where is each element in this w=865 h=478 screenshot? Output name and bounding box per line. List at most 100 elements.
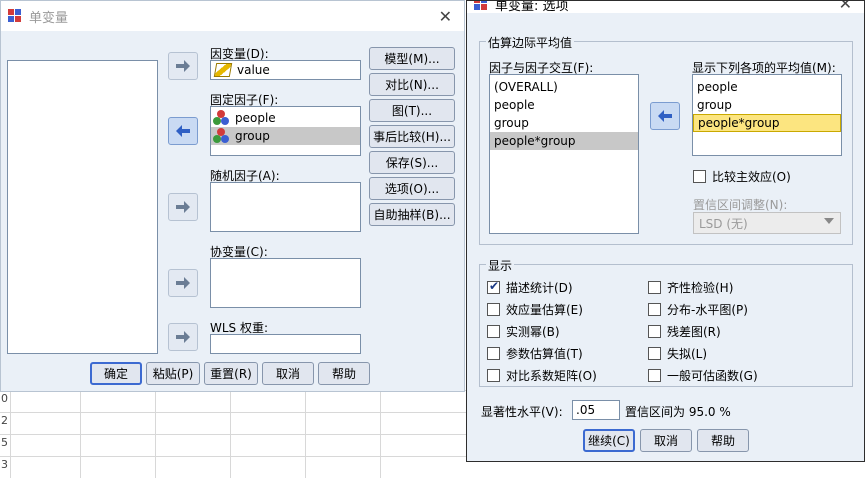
contrast-matrix-checkbox[interactable]: 对比系数矩阵(O) [487,367,597,384]
cancel-button[interactable]: 取消 [640,429,692,452]
grid-line [380,390,381,478]
checkbox-box[interactable] [487,347,500,360]
spss-app-icon [7,8,23,24]
checkbox-label: 效应量估算(E) [506,303,583,317]
paste-button[interactable]: 粘贴(P) [146,362,200,385]
grid-line [230,390,231,478]
dependent-value: value [237,63,270,77]
fixed-factor-list[interactable]: people group [210,106,361,156]
effect-size-checkbox[interactable]: 效应量估算(E) [487,301,583,318]
dependent-field[interactable]: value [210,60,361,80]
model-button[interactable]: 模型(M)... [369,47,455,70]
move-to-dependent-button[interactable] [168,52,198,80]
univariate-dialog: 单变量 ✕ 因变量(D): value 固定因子(F): people grou… [0,0,465,392]
move-to-covariate-button[interactable] [168,269,198,297]
row-number: 5 [1,436,8,449]
move-to-wls-button[interactable] [168,323,198,351]
parameter-estimates-checkbox[interactable]: 参数估算值(T) [487,345,583,362]
list-item-label: people [235,111,276,125]
wls-field[interactable] [210,334,361,354]
checkbox-label: 对比系数矩阵(O) [506,369,597,383]
significance-input[interactable]: .05 [572,400,620,420]
left-titlebar: 单变量 ✕ [1,1,464,31]
chevron-down-icon [824,218,834,224]
continue-button[interactable]: 继续(C) [583,429,635,452]
spread-level-checkbox[interactable]: 分布-水平图(P) [648,301,748,318]
checkbox-box[interactable] [487,279,500,294]
checkbox-label: 分布-水平图(P) [667,303,748,317]
list-item[interactable]: people [490,96,638,114]
reset-button[interactable]: 重置(R) [204,362,258,385]
display-means-list[interactable]: people group people*group [692,74,842,156]
checkbox-label: 比较主效应(O) [712,170,791,184]
scale-ruler-icon [213,63,233,77]
random-factor-list[interactable] [210,182,361,232]
homogeneity-checkbox[interactable]: 齐性检验(H) [648,279,733,296]
checkbox-box[interactable] [648,347,661,360]
compare-main-effects-checkbox[interactable]: 比较主效应(O) [693,168,791,185]
checkbox-label: 齐性检验(H) [667,281,734,295]
lack-of-fit-checkbox[interactable]: 失拟(L) [648,345,707,362]
list-item[interactable]: people [693,78,841,96]
checkbox-label: 残差图(R) [667,325,721,339]
move-to-display-means-button[interactable] [650,102,680,130]
list-item[interactable]: group [211,127,360,145]
checkbox-box[interactable] [487,303,500,316]
close-icon[interactable]: ✕ [439,7,452,26]
move-to-fixed-button[interactable] [168,117,198,145]
nominal-variable-icon [213,110,231,126]
list-item[interactable]: (OVERALL) [490,78,638,96]
plots-button[interactable]: 图(T)... [369,99,455,122]
arrow-right-icon [176,201,190,213]
observed-power-checkbox[interactable]: 实测幂(B) [487,323,560,340]
arrow-left-icon [658,110,672,122]
general-estimable-checkbox[interactable]: 一般可估函数(G) [648,367,758,384]
checkbox-box[interactable] [648,325,661,338]
options-dialog: 单变量: 选项 ✕ 估算边际平均值 因子与因子交互(F): (OVERALL) … [466,0,865,462]
row-number: 2 [1,414,8,427]
contrast-button[interactable]: 对比(N)... [369,73,455,96]
cancel-button[interactable]: 取消 [262,362,314,385]
move-to-random-button[interactable] [168,193,198,221]
checkbox-box[interactable] [648,303,661,316]
checkbox-box[interactable] [648,369,661,382]
left-dialog-title: 单变量 [29,10,69,26]
list-item-label: group [235,129,270,143]
list-item[interactable]: group [490,114,638,132]
arrow-right-icon [176,60,190,72]
checkbox-label: 一般可估函数(G) [667,369,758,383]
checkbox-box[interactable] [693,170,706,183]
factors-list[interactable]: (OVERALL) people group people*group [489,74,639,234]
help-button[interactable]: 帮助 [697,429,749,452]
checkbox-box[interactable] [487,369,500,382]
close-icon[interactable]: ✕ [839,1,852,13]
checkbox-label: 参数估算值(T) [506,347,583,361]
ci-text: 置信区间为 95.0 % [625,405,731,419]
checkbox-box[interactable] [487,325,500,338]
list-item[interactable]: group [693,96,841,114]
options-button[interactable]: 选项(O)... [369,177,455,200]
right-titlebar: 单变量: 选项 ✕ [467,1,864,13]
residual-plot-checkbox[interactable]: 残差图(R) [648,323,721,340]
grid-line [305,390,306,478]
list-item[interactable]: people [211,109,360,127]
bootstrap-button[interactable]: 自助抽样(B)... [369,203,455,226]
ci-adjust-select[interactable]: LSD (无) [693,212,841,234]
list-item[interactable]: people*group [490,132,638,150]
list-item[interactable]: people*group [693,114,841,132]
nominal-variable-icon [213,128,231,144]
ci-adjust-label: 置信区间调整(N): [693,198,788,212]
row-number: 3 [1,458,8,471]
help-button[interactable]: 帮助 [318,362,370,385]
checkbox-box[interactable] [648,281,661,294]
ok-button[interactable]: 确定 [90,362,142,385]
source-variable-list[interactable] [7,60,158,354]
covariate-list[interactable] [210,258,361,308]
posthoc-button[interactable]: 事后比较(H)... [369,125,455,148]
significance-label: 显著性水平(V): [481,405,563,419]
right-dialog-title: 单变量: 选项 [495,1,569,13]
save-button[interactable]: 保存(S)... [369,151,455,174]
arrow-right-icon [176,277,190,289]
descriptive-stats-checkbox[interactable]: 描述统计(D) [487,279,573,296]
grid-line [80,390,81,478]
